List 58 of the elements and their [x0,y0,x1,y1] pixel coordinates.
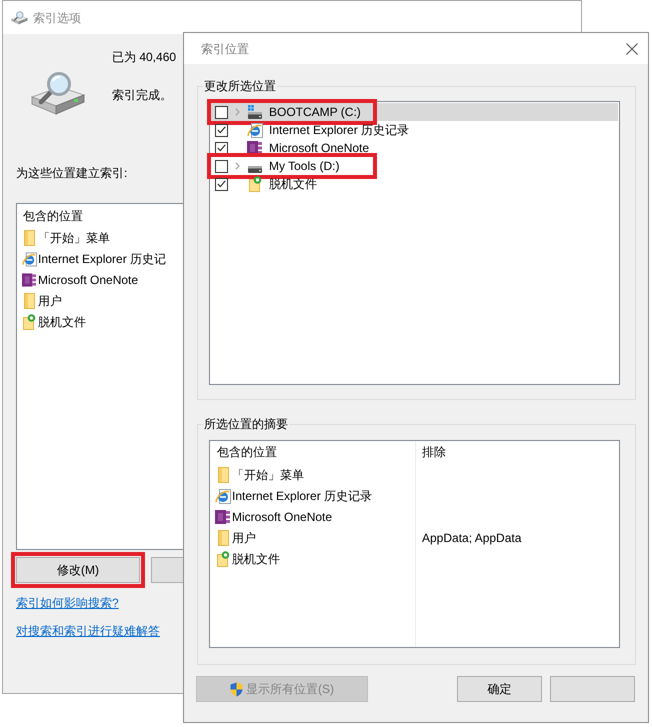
location-name: Internet Explorer 历史记 [38,250,166,266]
section-label: 为这些位置建立索引: [16,165,128,181]
location-name: 「开始」菜单 [38,230,110,246]
column-header: 包含的位置 [216,444,277,461]
folder-icon [218,530,228,546]
shield-icon [230,682,243,696]
tree-item-label: Microsoft OneNote [269,140,370,156]
sync-folder-icon [248,176,262,192]
help-link[interactable]: 对搜索和索引进行疑难解答 [16,623,160,639]
browser-icon [22,250,37,266]
ok-button[interactable]: 确定 [457,676,542,702]
checkbox[interactable] [215,178,228,190]
status-text: 索引完成。 [112,87,173,103]
tree-item[interactable]: Microsoft OneNote [211,139,618,157]
location-name: 用户 [38,292,62,308]
browser-icon [215,488,231,504]
tree-item[interactable]: My Tools (D:) [211,157,618,175]
folder-icon [218,466,228,482]
tree-item-label: Internet Explorer 历史记录 [269,122,410,138]
tree-item-label: My Tools (D:) [269,158,340,174]
column-header: 包含的位置 [23,208,84,224]
status-text: 已为 40,460 [112,49,176,65]
drive-magnifier-icon [30,72,86,116]
checkbox[interactable] [215,124,228,136]
column-header: 排除 [421,444,446,461]
drive-icon [248,166,262,172]
sync-folder-icon [216,550,230,566]
tree-item-label: BOOTCAMP (C:) [269,104,361,120]
notebook-icon [215,508,231,524]
notebook-icon [22,272,37,288]
location-name: Internet Explorer 历史记录 [232,488,372,504]
excluded-folders: AppData; AppData [422,530,522,546]
tree-item-label: 脱机文件 [269,176,317,192]
location-name: Microsoft OneNote [38,272,138,288]
checkbox[interactable] [215,142,228,154]
location-name: 脱机文件 [38,314,86,330]
close-button[interactable] [625,42,638,55]
group-label: 更改所选位置 [203,78,277,94]
window-title: 索引位置 [201,40,249,56]
window-title: 索引选项 [33,10,81,26]
location-name: Microsoft OneNote [232,508,332,524]
sync-folder-icon [23,314,36,330]
browser-icon [247,122,263,138]
folder-icon [24,292,35,308]
tree-item[interactable]: Internet Explorer 历史记录 [211,121,618,139]
help-link[interactable]: 索引如何影响搜索? [16,595,119,611]
tree-item[interactable]: 脱机文件 [211,175,618,193]
location-name: 用户 [232,530,256,546]
windows-drive-icon [248,105,262,119]
location-name: 「开始」菜单 [232,466,304,482]
checkbox[interactable] [215,106,228,118]
folder-icon [24,230,35,246]
drive-magnifier-icon [11,10,28,24]
location-name: 脱机文件 [232,550,280,566]
checkbox[interactable] [215,160,228,172]
group-label: 所选位置的摘要 [203,416,289,432]
close-icon [626,42,638,54]
modify-button[interactable]: 修改(M) [16,557,140,583]
